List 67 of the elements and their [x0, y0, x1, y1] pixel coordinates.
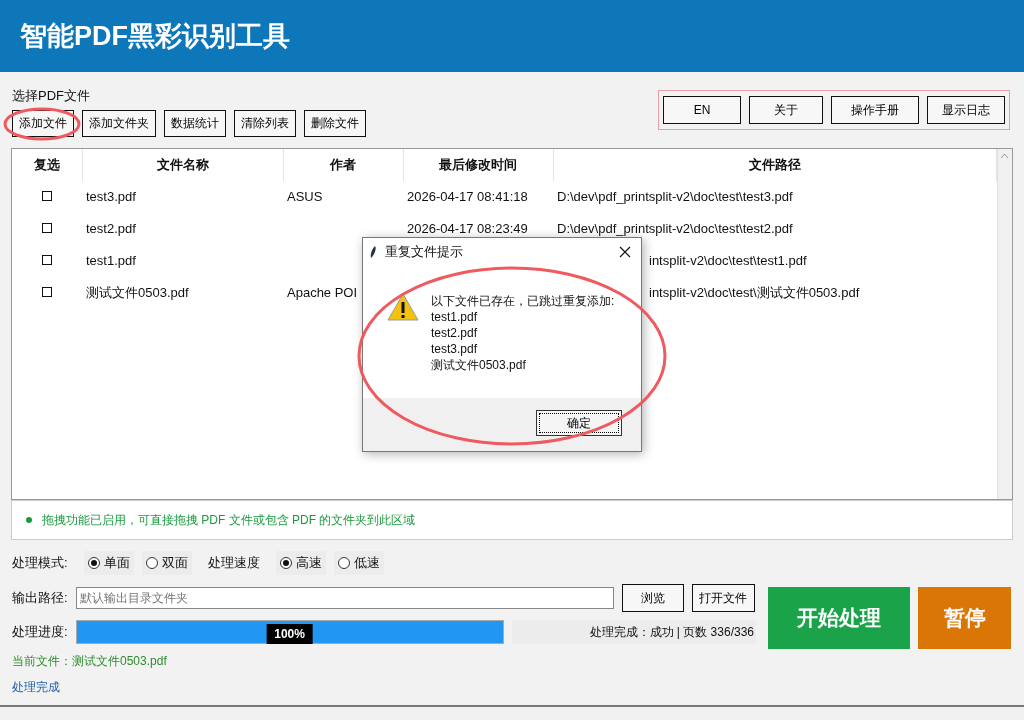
- file-name-text: test1.pdf: [431, 309, 479, 325]
- field-label: 处理进度:: [12, 623, 68, 642]
- progress-percent: 100%: [266, 624, 313, 644]
- author-cell: ASUS: [287, 189, 323, 205]
- status-message: 处理完成: [12, 679, 61, 696]
- radio-button[interactable]: [87, 557, 100, 569]
- toolbar-button[interactable]: EN: [663, 96, 741, 124]
- dialog-title: 重复文件提示: [385, 243, 463, 262]
- radio-option[interactable]: 低速: [333, 551, 384, 575]
- current-file-label: 当前文件：测试文件0503.pdf: [12, 653, 168, 670]
- app-title: 智能PDF黑彩识别工具: [20, 19, 290, 53]
- progress-status: 处理完成：成功 | 页数 336/336: [511, 620, 756, 644]
- toolbar-button[interactable]: 浏览: [621, 584, 684, 612]
- file-path-cell: intsplit-v2\doc\test\测试文件0503.pdf: [649, 285, 860, 301]
- date-cell: 2026-04-17 08:41:18: [407, 189, 528, 205]
- file-name-text: test2.pdf: [431, 325, 479, 341]
- checkbox[interactable]: [42, 287, 52, 298]
- output-path-field[interactable]: 默认输出目录文件夹: [75, 587, 614, 609]
- radio-button[interactable]: [337, 557, 350, 569]
- toolbar-button[interactable]: 删除文件: [304, 109, 366, 137]
- section-label: 选择PDF文件: [11, 87, 91, 105]
- file-name-text: test3.pdf: [431, 341, 479, 357]
- toolbar-button[interactable]: 操作手册: [831, 96, 919, 124]
- close-icon[interactable]: [619, 246, 631, 258]
- option-label: 处理模式:: [12, 554, 68, 573]
- option-label: 处理速度: [207, 554, 260, 573]
- author-cell: Apache POI: [287, 285, 358, 301]
- drop-hint: 拖拽功能已启用，可直接拖拽 PDF 文件或包含 PDF 的文件夹到此区域: [42, 512, 416, 529]
- file-name-text: 测试文件0503.pdf: [431, 357, 527, 373]
- file-path-cell: D:\dev\pdf_printsplit-v2\doc\test\test3.pdf: [557, 189, 793, 205]
- checkbox[interactable]: [42, 255, 52, 266]
- radio-option[interactable]: 单面: [83, 551, 134, 575]
- checkbox[interactable]: [42, 223, 52, 234]
- toolbar-button[interactable]: 显示日志: [927, 96, 1005, 124]
- column-header[interactable]: 文件路径: [553, 149, 996, 181]
- toolbar-button[interactable]: 打开文件: [691, 584, 755, 612]
- checkbox[interactable]: [42, 191, 52, 202]
- radio-label: 低速: [353, 554, 380, 573]
- toolbar-button[interactable]: 清除列表: [234, 109, 296, 137]
- radio-option[interactable]: 高速: [275, 551, 326, 575]
- radio-option[interactable]: 双面: [141, 551, 192, 575]
- status-dot-icon: [26, 517, 32, 523]
- date-cell: 2026-04-17 08:23:49: [407, 221, 528, 237]
- toolbar-button[interactable]: 添加文件夹: [82, 109, 156, 137]
- file-name-cell: test2.pdf: [86, 221, 136, 237]
- radio-label: 单面: [103, 554, 130, 573]
- column-header[interactable]: 复选: [12, 149, 82, 181]
- column-header[interactable]: 文件名称: [82, 149, 283, 181]
- column-header[interactable]: 最后修改时间: [403, 149, 553, 181]
- field-label: 输出路径:: [12, 589, 68, 608]
- ok-button[interactable]: 确定: [536, 410, 622, 436]
- file-name-cell: test3.pdf: [86, 189, 136, 205]
- toolbar-button[interactable]: 数据统计: [164, 109, 226, 137]
- column-header[interactable]: 作者: [283, 149, 403, 181]
- file-name-cell: test1.pdf: [86, 253, 136, 269]
- file-path-cell: D:\dev\pdf_printsplit-v2\doc\test\test2.pdf: [557, 221, 793, 237]
- radio-button[interactable]: [145, 557, 158, 569]
- radio-label: 双面: [161, 554, 188, 573]
- file-name-cell: 测试文件0503.pdf: [86, 285, 189, 301]
- radio-label: 高速: [295, 554, 322, 573]
- scrollbar[interactable]: [996, 149, 1012, 499]
- file-path-cell: intsplit-v2\doc\test\test1.pdf: [649, 253, 807, 269]
- warning-icon: [387, 293, 419, 321]
- feather-icon: [369, 245, 377, 259]
- dialog-message: 以下文件已存在，已跳过重复添加:: [431, 293, 615, 309]
- radio-button[interactable]: [279, 557, 292, 569]
- toolbar-button[interactable]: 关于: [749, 96, 823, 124]
